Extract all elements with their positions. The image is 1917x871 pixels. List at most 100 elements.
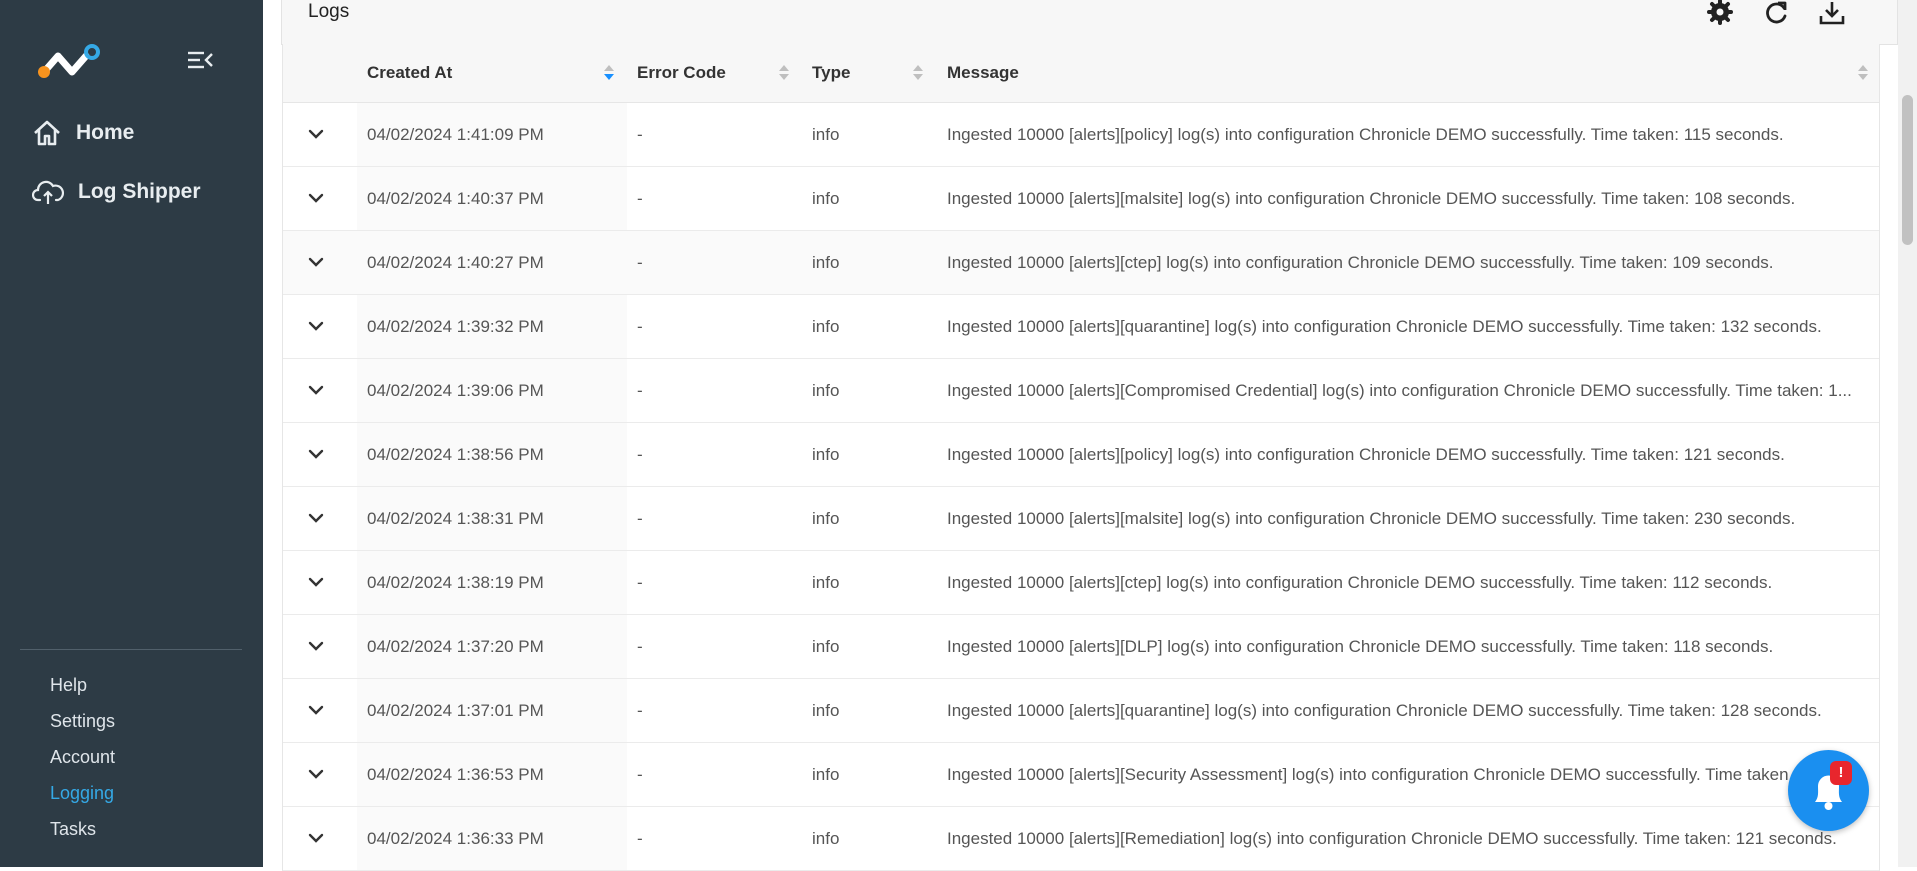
cell-type: info xyxy=(812,509,840,528)
chevron-down-icon[interactable] xyxy=(305,635,327,657)
cell-error-code: - xyxy=(637,125,643,144)
chevron-down-icon[interactable] xyxy=(305,443,327,465)
chevron-down-icon[interactable] xyxy=(305,123,327,145)
cell-type: info xyxy=(812,765,840,784)
cell-created-at: 04/02/2024 1:40:27 PM xyxy=(367,253,544,272)
cell-message: Ingested 10000 [alerts][quarantine] log(… xyxy=(947,701,1822,720)
chevron-down-icon[interactable] xyxy=(305,507,327,529)
download-icon[interactable] xyxy=(1818,0,1846,28)
column-header-created-at[interactable]: Created At xyxy=(367,44,452,102)
home-icon xyxy=(34,120,60,146)
table-row[interactable]: 04/02/2024 1:39:32 PM - info Ingested 10000… xyxy=(283,295,1879,359)
cell-error-code: - xyxy=(637,381,643,400)
table-row[interactable]: 04/02/2024 1:38:19 PM - info Ingested 10000… xyxy=(283,551,1879,615)
bell-icon xyxy=(1815,775,1842,810)
cell-created-at: 04/02/2024 1:38:56 PM xyxy=(367,445,544,464)
cell-error-code: - xyxy=(637,701,643,720)
cell-created-at: 04/02/2024 1:38:19 PM xyxy=(367,573,544,592)
page-title: Logs xyxy=(308,1,350,22)
sort-created-at-icon[interactable] xyxy=(604,65,614,81)
cell-created-at: 04/02/2024 1:41:09 PM xyxy=(367,125,544,144)
cell-message: Ingested 10000 [alerts][malsite] log(s) … xyxy=(947,189,1796,208)
cell-message: Ingested 10000 [alerts][DLP] log(s) into… xyxy=(947,637,1774,656)
cell-error-code: - xyxy=(637,765,643,784)
cell-created-at: 04/02/2024 1:36:53 PM xyxy=(367,765,544,784)
notification-badge: ! xyxy=(1830,761,1852,785)
cell-created-at: 04/02/2024 1:38:31 PM xyxy=(367,509,544,528)
chevron-down-icon[interactable] xyxy=(305,187,327,209)
chevron-down-icon[interactable] xyxy=(305,251,327,273)
table-row[interactable]: 04/02/2024 1:38:56 PM - info Ingested 10000… xyxy=(283,423,1879,487)
chevron-down-icon[interactable] xyxy=(305,379,327,401)
notification-button[interactable] xyxy=(1788,750,1869,831)
table-row[interactable]: 04/02/2024 1:41:09 PM - info Ingested 10000… xyxy=(283,103,1879,167)
cell-message: Ingested 10000 [alerts][Remediation] log… xyxy=(947,829,1837,848)
table-row[interactable]: 04/02/2024 1:38:31 PM - info Ingested 10000… xyxy=(283,487,1879,551)
table-row[interactable]: 04/02/2024 1:40:27 PM - info Ingested 10000… xyxy=(283,231,1879,295)
app-logo xyxy=(38,44,100,78)
cell-message: Ingested 10000 [alerts][ctep] log(s) int… xyxy=(947,573,1773,592)
column-header-type[interactable]: Type xyxy=(812,44,850,102)
sort-error-code-icon[interactable] xyxy=(779,65,789,81)
scroll-thumb[interactable] xyxy=(1902,95,1913,245)
sort-type-icon[interactable] xyxy=(913,65,923,81)
table-row[interactable]: 04/02/2024 1:39:06 PM - info Ingested 10000… xyxy=(283,359,1879,423)
table-row[interactable]: 04/02/2024 1:40:37 PM - info Ingested 10000… xyxy=(283,167,1879,231)
sidebar-divider xyxy=(20,649,242,650)
sidebar-link-settings[interactable]: Settings xyxy=(50,708,115,744)
cell-error-code: - xyxy=(637,573,643,592)
sidebar: Home Log Shipper Help Settings Account L… xyxy=(0,0,263,867)
cell-created-at: 04/02/2024 1:39:06 PM xyxy=(367,381,544,400)
nav-item-log-shipper[interactable]: Log Shipper xyxy=(32,172,201,212)
cell-message: Ingested 10000 [alerts][policy] log(s) i… xyxy=(947,445,1785,464)
sidebar-link-help[interactable]: Help xyxy=(50,672,115,708)
chevron-down-icon[interactable] xyxy=(305,315,327,337)
cell-error-code: - xyxy=(637,509,643,528)
main-content: Logs Created At Error Code Type Message … xyxy=(263,0,1917,871)
sidebar-link-account[interactable]: Account xyxy=(50,744,115,780)
refresh-icon[interactable] xyxy=(1762,0,1790,28)
table-row[interactable]: 04/02/2024 1:36:53 PM - info Ingested 10000… xyxy=(283,743,1879,807)
cell-message: Ingested 10000 [alerts][Security Assessm… xyxy=(947,765,1789,784)
cell-created-at: 04/02/2024 1:39:32 PM xyxy=(367,317,544,336)
cell-type: info xyxy=(812,253,840,272)
cell-created-at: 04/02/2024 1:36:33 PM xyxy=(367,829,544,848)
cell-type: info xyxy=(812,637,840,656)
cell-created-at: 04/02/2024 1:40:37 PM xyxy=(367,189,544,208)
nav-item-label: Log Shipper xyxy=(78,180,201,203)
chevron-down-icon[interactable] xyxy=(305,571,327,593)
chevron-down-icon[interactable] xyxy=(305,763,327,785)
chevron-down-icon[interactable] xyxy=(305,699,327,721)
cell-error-code: - xyxy=(637,637,643,656)
cell-error-code: - xyxy=(637,253,643,272)
cell-type: info xyxy=(812,317,840,336)
nav-item-home[interactable]: Home xyxy=(32,113,134,153)
table-row[interactable]: 04/02/2024 1:37:01 PM - info Ingested 10000… xyxy=(283,679,1879,743)
collapse-menu-icon[interactable] xyxy=(186,48,214,72)
sort-message-icon[interactable] xyxy=(1858,65,1868,81)
table-row[interactable]: 04/02/2024 1:36:33 PM - info Ingested 10000… xyxy=(283,807,1879,871)
cell-type: info xyxy=(812,573,840,592)
cell-message: Ingested 10000 [alerts][Compromised Cred… xyxy=(947,381,1852,400)
gear-icon[interactable] xyxy=(1706,0,1734,28)
column-header-message[interactable]: Message xyxy=(947,44,1019,102)
chevron-down-icon[interactable] xyxy=(305,827,327,849)
sidebar-bottom-links: Help Settings Account Logging Tasks xyxy=(50,672,115,852)
sidebar-link-logging[interactable]: Logging xyxy=(50,780,115,816)
table-row[interactable]: 04/02/2024 1:37:20 PM - info Ingested 10000… xyxy=(283,615,1879,679)
cell-error-code: - xyxy=(637,317,643,336)
table-body: 04/02/2024 1:41:09 PM - info Ingested 10000… xyxy=(283,103,1879,871)
column-header-error-code[interactable]: Error Code xyxy=(637,44,726,102)
sidebar-link-tasks[interactable]: Tasks xyxy=(50,816,115,852)
cell-type: info xyxy=(812,829,840,848)
cell-message: Ingested 10000 [alerts][ctep] log(s) int… xyxy=(947,253,1774,272)
page-scrollbar[interactable] xyxy=(1898,0,1917,867)
cloud-upload-icon xyxy=(32,180,64,204)
cell-type: info xyxy=(812,701,840,720)
cell-error-code: - xyxy=(637,829,643,848)
cell-message: Ingested 10000 [alerts][policy] log(s) i… xyxy=(947,125,1784,144)
cell-message: Ingested 10000 [alerts][quarantine] log(… xyxy=(947,317,1822,336)
table-header: Created At Error Code Type Message xyxy=(283,44,1879,103)
logs-header: Logs xyxy=(281,0,1898,45)
cell-created-at: 04/02/2024 1:37:01 PM xyxy=(367,701,544,720)
